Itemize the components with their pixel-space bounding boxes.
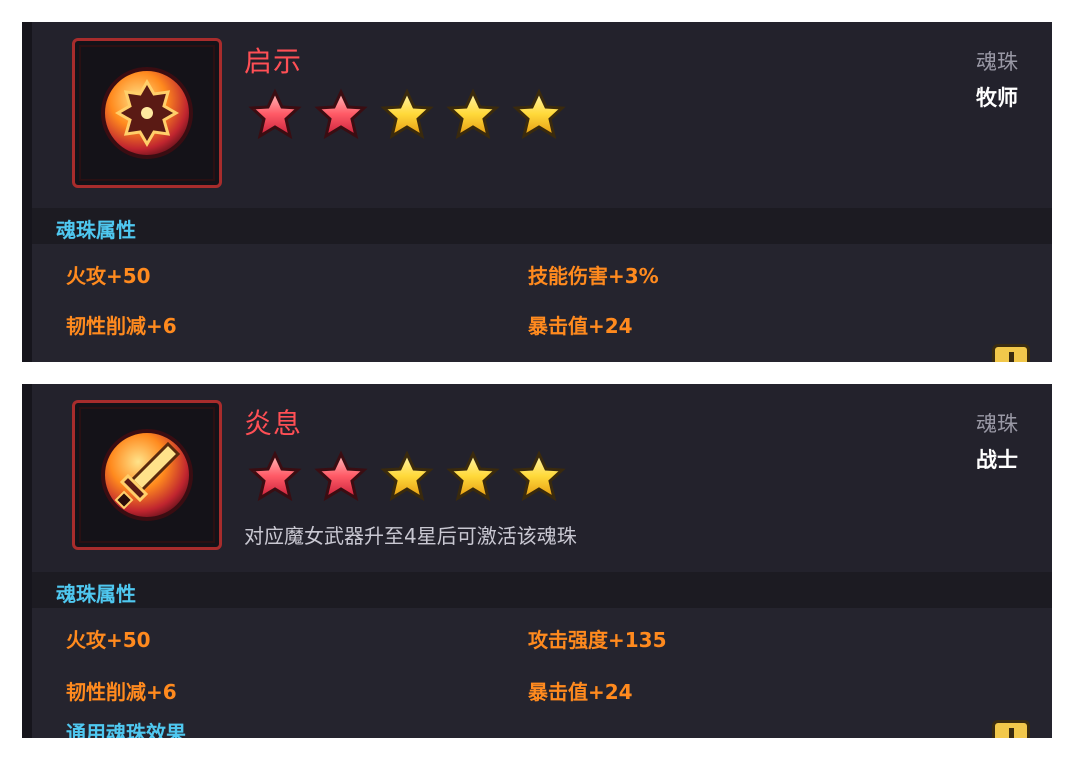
star-red-icon (248, 450, 302, 502)
attribute-item: 暴击值+24 (528, 680, 633, 704)
section-header (32, 572, 1052, 608)
star-gold-icon (512, 88, 566, 140)
star-gold-icon (512, 450, 566, 502)
item-class-label: 牧师 (976, 86, 1018, 110)
section-title: 魂珠属性 (56, 218, 136, 242)
info-button[interactable] (992, 344, 1030, 362)
attribute-item: 韧性削减+6 (66, 680, 177, 704)
soul-orb-card: 炎息 对应魔女武器升至4星后可激活该魂珠 魂珠 战士 魂珠属性 火攻+50 攻击… (22, 384, 1052, 738)
item-type-label: 魂珠 (976, 50, 1018, 74)
attribute-item: 技能伤害+3% (528, 264, 659, 288)
left-edge (22, 384, 32, 738)
activation-note: 对应魔女武器升至4星后可激活该魂珠 (244, 524, 577, 548)
item-name: 启示 (244, 45, 303, 78)
item-class-label: 战士 (976, 448, 1018, 472)
info-button[interactable] (992, 720, 1030, 738)
star-rating (248, 450, 566, 504)
item-icon-frame[interactable] (72, 400, 222, 550)
attribute-item: 攻击强度+135 (528, 628, 667, 652)
soul-orb-warrior-icon (101, 429, 193, 521)
star-red-icon (314, 450, 368, 502)
star-gold-icon (380, 450, 434, 502)
attribute-item: 韧性削减+6 (66, 314, 177, 338)
attribute-item: 火攻+50 (66, 628, 151, 652)
next-section-title: 通用魂珠效果 (66, 721, 186, 738)
star-gold-icon (380, 88, 434, 140)
star-red-icon (314, 88, 368, 140)
section-title: 魂珠属性 (56, 582, 136, 606)
section-header (32, 208, 1052, 244)
item-name: 炎息 (244, 407, 303, 440)
soul-orb-priest-icon (101, 67, 193, 159)
star-gold-icon (446, 88, 500, 140)
soul-orb-card: 启示 魂珠 牧师 魂珠属性 火攻+50 技能伤害+3% 韧性削减+6 暴击值+2… (22, 22, 1052, 362)
attribute-item: 暴击值+24 (528, 314, 633, 338)
star-red-icon (248, 88, 302, 140)
item-type-label: 魂珠 (976, 412, 1018, 436)
attribute-item: 火攻+50 (66, 264, 151, 288)
left-edge (22, 22, 32, 362)
item-icon-frame[interactable] (72, 38, 222, 188)
star-rating (248, 88, 566, 142)
star-gold-icon (446, 450, 500, 502)
